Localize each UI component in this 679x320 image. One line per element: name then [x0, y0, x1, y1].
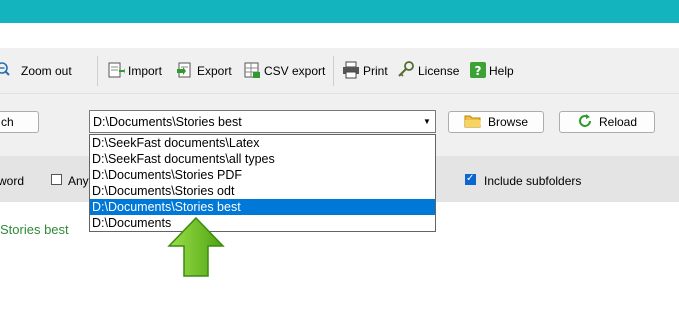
include-subfolders-checkbox[interactable]: [465, 173, 476, 185]
results-folder-label: Stories best: [0, 222, 69, 237]
csv-export-label: CSV export: [264, 64, 326, 78]
reload-icon: [577, 113, 593, 132]
toolbar: Zoom out Import Export CSV export Print …: [0, 48, 679, 94]
folder-combobox[interactable]: D:\Documents\Stories best ▼: [89, 110, 436, 133]
window-titlebar: [0, 0, 679, 23]
browse-button[interactable]: Browse: [448, 111, 544, 133]
toolbar-separator: [97, 56, 98, 86]
reload-label: Reload: [598, 115, 638, 129]
help-button[interactable]: ? Help: [470, 61, 514, 81]
browse-label: Browse: [487, 115, 528, 129]
folder-dropdown-list: D:\SeekFast documents\Latex D:\SeekFast …: [89, 134, 436, 232]
import-icon: [107, 61, 125, 82]
dropdown-item[interactable]: D:\SeekFast documents\Latex: [90, 135, 435, 151]
license-label: License: [418, 64, 460, 78]
svg-text:?: ?: [475, 64, 482, 78]
csv-export-icon: [243, 61, 261, 82]
dropdown-item[interactable]: D:\Documents: [90, 215, 435, 231]
any-label: Any: [68, 174, 89, 188]
folder-combobox-value: D:\Documents\Stories best: [93, 114, 242, 129]
import-label: Import: [128, 64, 163, 78]
print-button[interactable]: Print: [342, 61, 388, 81]
any-checkbox[interactable]: [51, 174, 62, 185]
menu-gap: [0, 23, 679, 48]
chevron-down-icon[interactable]: ▼: [419, 117, 435, 126]
search-button[interactable]: ch: [0, 111, 39, 133]
search-button-label: ch: [1, 115, 14, 129]
toolbar-separator: [333, 56, 334, 86]
dropdown-item[interactable]: D:\SeekFast documents\all types: [90, 151, 435, 167]
export-label: Export: [197, 64, 232, 78]
export-button[interactable]: Export: [176, 61, 232, 81]
folder-icon: [464, 114, 482, 131]
export-icon: [176, 61, 194, 82]
dropdown-item[interactable]: D:\Documents\Stories PDF: [90, 167, 435, 183]
help-icon: ?: [470, 61, 486, 81]
print-label: Print: [363, 64, 388, 78]
import-button[interactable]: Import: [107, 61, 162, 81]
zoom-out-icon: [0, 61, 18, 82]
include-subfolders-label: Include subfolders: [484, 174, 582, 188]
license-button[interactable]: License: [397, 60, 460, 82]
dropdown-item[interactable]: D:\Documents\Stories odt: [90, 183, 435, 199]
csv-export-button[interactable]: CSV export: [243, 61, 325, 81]
zoom-out-button[interactable]: Zoom out: [0, 61, 72, 81]
key-icon: [397, 60, 415, 82]
printer-icon: [342, 61, 360, 82]
dropdown-item-selected[interactable]: D:\Documents\Stories best: [90, 199, 435, 215]
up-arrow-icon: [166, 216, 226, 278]
help-label: Help: [489, 64, 514, 78]
reload-button[interactable]: Reload: [559, 111, 655, 133]
whole-word-label: word: [0, 174, 25, 188]
zoom-out-label: Zoom out: [21, 64, 72, 78]
